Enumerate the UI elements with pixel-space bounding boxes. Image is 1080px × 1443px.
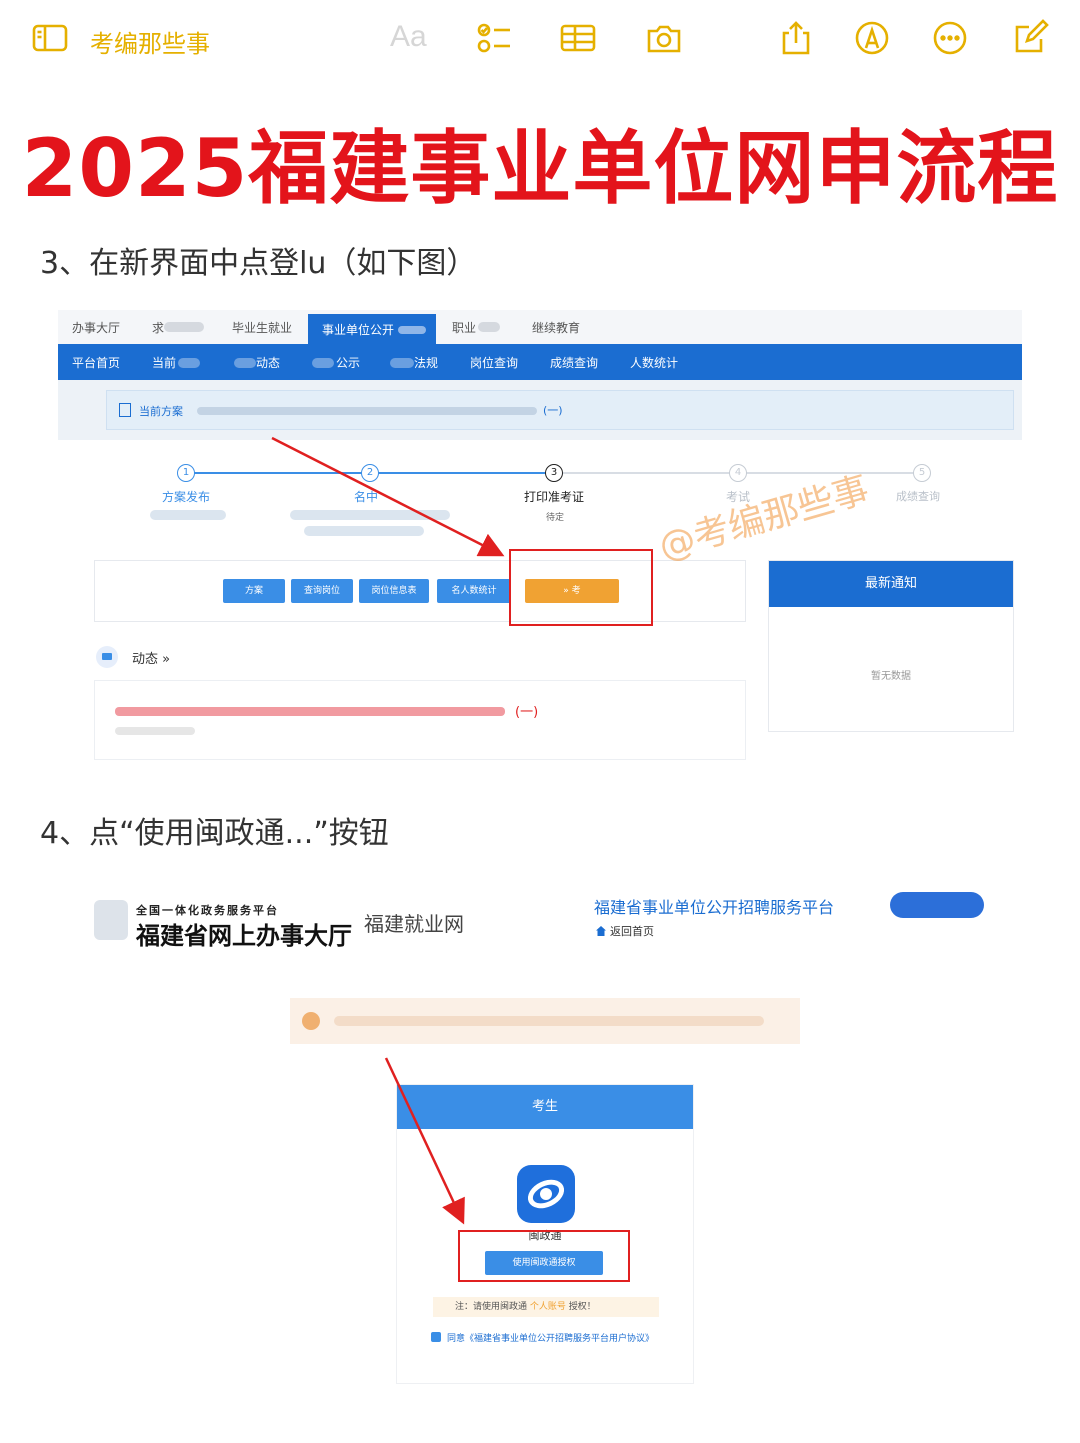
user-pill[interactable] (890, 892, 984, 918)
highlight-box-2 (458, 1230, 630, 1282)
gov-logo (94, 900, 128, 940)
highlight-box (509, 549, 653, 626)
agreement-row[interactable]: 同意《福建省事业单位公开招聘服务平台用户协议》 (431, 1331, 654, 1344)
latest-notice-card: 最新通知 暂无数据 (768, 560, 1014, 732)
dynamics-list: (一) (94, 680, 746, 760)
portal-screenshot: 办事大厅 求 毕业生就业 事业单位公开 职业 继续教育 平台首页 当前 动态 公… (58, 310, 1022, 760)
login-screenshot: 全国一体化政务服务平台 福建省网上办事大厅 福建就业网 福建省事业单位公开招聘服… (80, 880, 1000, 1400)
query-position-button[interactable]: 查询岗位 (291, 579, 353, 603)
checklist-icon[interactable] (474, 18, 514, 58)
progress-step-5: 5 (913, 464, 931, 482)
markup-icon[interactable] (852, 18, 892, 58)
folder-label[interactable]: 考编那些事 (90, 24, 210, 59)
nav-dynamics[interactable]: 动态 (256, 354, 280, 371)
tab-office-hall[interactable]: 办事大厅 (72, 319, 120, 336)
nav-regulations[interactable]: 法规 (414, 354, 438, 371)
nav-public-notice[interactable]: 公示 (336, 354, 360, 371)
nav-current[interactable]: 当前 (152, 354, 176, 371)
nav-score-query[interactable]: 成绩查询 (550, 354, 598, 371)
home-link[interactable]: 返回首页 (610, 923, 654, 939)
table-icon[interactable] (558, 18, 598, 58)
format-button[interactable]: Aa (390, 20, 427, 54)
document-icon (119, 403, 131, 417)
info-banner (290, 998, 800, 1044)
share-icon[interactable] (776, 18, 816, 58)
nav-home[interactable]: 平台首页 (72, 354, 120, 371)
progress-label-3: 打印准考证 (524, 490, 585, 504)
nav-position-query[interactable]: 岗位查询 (470, 354, 518, 371)
login-title: 考生 (397, 1085, 693, 1129)
home-icon (596, 926, 606, 936)
step-3-text: 3、在新界面中点登lu（如下图） (40, 246, 477, 281)
more-icon[interactable] (930, 18, 970, 58)
current-plan-band: 当前方案 (一) (58, 380, 1022, 440)
progress-label-2: 名中 (354, 490, 379, 504)
plan-button[interactable]: 方案 (223, 579, 285, 603)
minzhengtong-app-icon[interactable] (517, 1165, 575, 1223)
page-title: 2025福建事业单位网申流程 (21, 122, 1059, 215)
current-plan-box[interactable]: 当前方案 (一) (106, 390, 1014, 430)
step-4-text: 4、点“使用闽政通...”按钮 (40, 816, 389, 851)
sidebar-icon[interactable] (30, 18, 70, 58)
current-plan-label: 当前方案 (139, 405, 183, 418)
info-icon (302, 1012, 320, 1030)
notice-title: 最新通知 (769, 561, 1013, 607)
progress-label-1: 方案发布 (162, 490, 211, 504)
tab-public-institution[interactable]: 事业单位公开 (308, 314, 436, 344)
current-plan-tail: (一) (543, 404, 563, 417)
camera-icon[interactable] (644, 18, 684, 58)
notes-toolbar: 考编那些事 Aa (0, 0, 1080, 80)
chat-icon (96, 646, 118, 668)
platform-title: 福建省事业单位公开招聘服务平台 (594, 898, 835, 917)
position-table-button[interactable]: 岗位信息表 (359, 579, 429, 603)
tab-continuing-education[interactable]: 继续教育 (532, 319, 580, 336)
nav-headcount[interactable]: 人数统计 (630, 354, 678, 371)
progress-step-2: 2 (361, 464, 379, 482)
dynamics-item-tail[interactable]: (一) (515, 701, 538, 720)
compose-icon[interactable] (1010, 18, 1050, 58)
login-tip: 注：请使用闽政通 个人账号 授权！ (433, 1297, 659, 1317)
progress-step-3: 3 (545, 464, 563, 482)
top-tab-bar: 办事大厅 求 毕业生就业 事业单位公开 职业 继续教育 (58, 310, 1022, 344)
agreement-checkbox[interactable] (431, 1332, 441, 1342)
headcount-button[interactable]: 名人数统计 (437, 579, 511, 603)
main-nav: 平台首页 当前 动态 公示 法规 岗位查询 成绩查询 人数统计 (58, 344, 1022, 380)
progress-label-5: 成绩查询 (896, 490, 940, 503)
tab-vocational[interactable]: 职业 (452, 319, 476, 336)
tab-job-seek[interactable]: 求 (152, 319, 164, 336)
progress-status-3: 待定 (546, 513, 565, 523)
dynamics-title[interactable]: 动态 » (132, 648, 170, 667)
gov-title: 福建省网上办事大厅 (136, 921, 352, 950)
progress-step-4: 4 (729, 464, 747, 482)
tab-graduate-employment[interactable]: 毕业生就业 (232, 319, 292, 336)
notice-empty: 暂无数据 (871, 671, 911, 682)
fujian-job-title: 福建就业网 (364, 912, 464, 936)
progress-step-1: 1 (177, 464, 195, 482)
